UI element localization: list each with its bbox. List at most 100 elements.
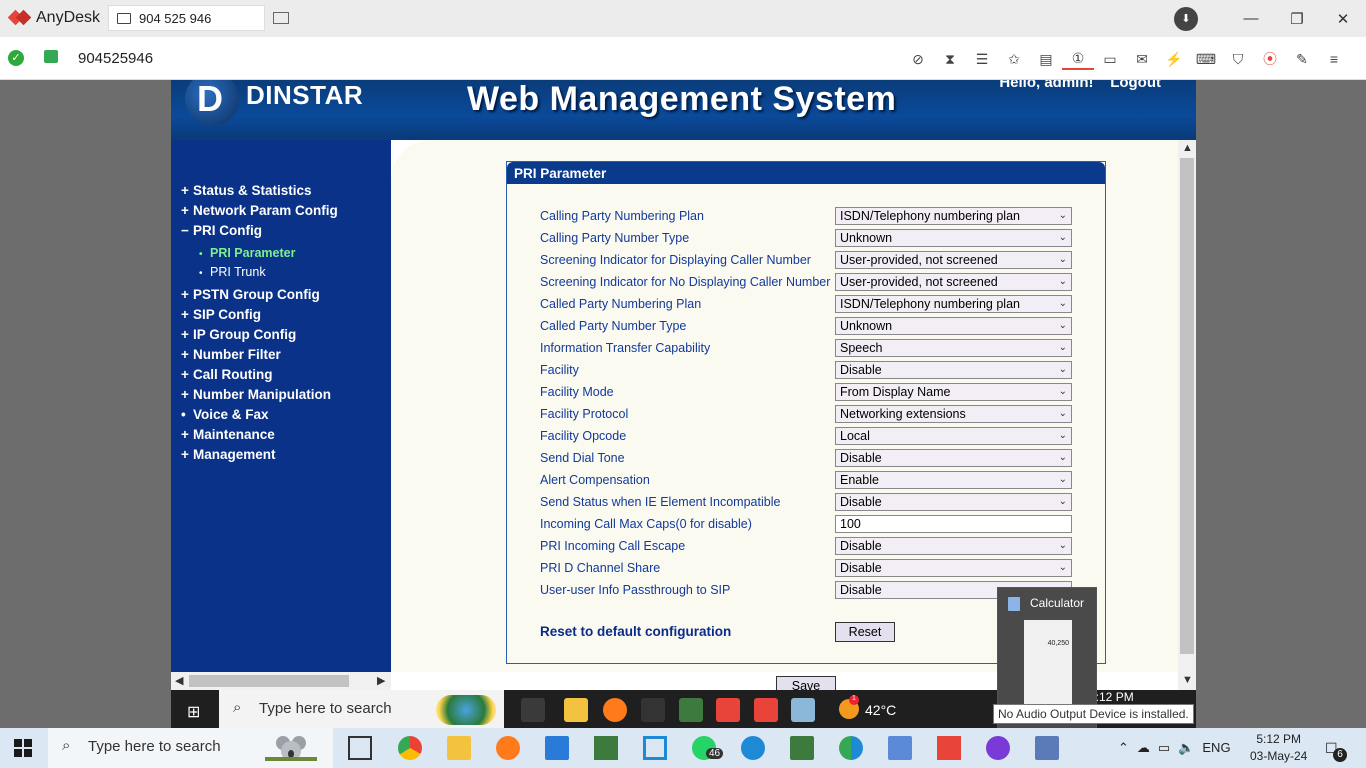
edge-icon[interactable] <box>839 736 863 760</box>
privacy-icon[interactable]: ⊘ <box>902 48 934 70</box>
nav-status-statistics[interactable]: + Status & Statistics <box>181 183 312 198</box>
reset-button[interactable]: Reset <box>835 622 895 642</box>
language-indicator[interactable]: ENG <box>1202 740 1230 756</box>
facility-opcode-select[interactable]: Local ⌄ <box>835 427 1072 445</box>
screening-indicator-no-display-select[interactable]: User-provided, not screened ⌄ <box>835 273 1072 291</box>
sidebar-nav: + Status & Statistics + Network Param Conf… <box>171 140 391 672</box>
scroll-right-icon[interactable]: ▶ <box>377 674 385 687</box>
subnav-pri-trunk[interactable]: • PRI Trunk <box>199 265 266 279</box>
database-icon[interactable]: ☰ <box>966 48 998 70</box>
nav-network-param-config[interactable]: + Network Param Config <box>181 203 338 218</box>
anydesk-icon[interactable] <box>716 698 740 722</box>
facility-mode-select[interactable]: From Display Name ⌄ <box>835 383 1072 401</box>
nav-pri-config[interactable]: − PRI Config <box>181 223 262 238</box>
subnav-pri-parameter[interactable]: • PRI Parameter <box>199 246 295 260</box>
anydesk-icon-2[interactable] <box>754 698 778 722</box>
select-value: Local <box>840 429 870 443</box>
menu-icon[interactable]: ≡ <box>1318 48 1350 70</box>
facility-select[interactable]: Disable ⌄ <box>835 361 1072 379</box>
vertical-scrollbar[interactable]: ▲ ▼ <box>1178 140 1196 690</box>
nav-ip-group-config[interactable]: + IP Group Config <box>181 327 296 342</box>
firefox-icon[interactable] <box>496 736 520 760</box>
draw-icon[interactable]: ✎ <box>1286 48 1318 70</box>
photos-icon[interactable] <box>594 736 618 760</box>
scroll-left-icon[interactable]: ◀ <box>175 674 183 687</box>
file-transfer-icon[interactable]: ▤ <box>1030 48 1062 70</box>
hourglass-icon[interactable]: ⧗ <box>934 48 966 70</box>
document-icon[interactable] <box>888 736 912 760</box>
horizontal-scrollbar[interactable]: ◀ ▶ <box>171 672 391 690</box>
alert-compensation-select[interactable]: Enable ⌄ <box>835 471 1072 489</box>
star-icon[interactable]: ✩ <box>998 48 1030 70</box>
facility-protocol-select[interactable]: Networking extensions ⌄ <box>835 405 1072 423</box>
pri-incoming-call-escape-select[interactable]: Disable ⌄ <box>835 537 1072 555</box>
select-value: User-provided, not screened <box>840 253 998 267</box>
notes-icon[interactable] <box>791 698 815 722</box>
chrome-icon[interactable] <box>398 736 422 760</box>
app-icon[interactable] <box>986 736 1010 760</box>
download-icon[interactable]: ⬇ <box>1174 6 1198 31</box>
nav-sign: • <box>181 407 186 422</box>
nav-number-filter[interactable]: + Number Filter <box>181 347 281 362</box>
chevron-down-icon: ⌄ <box>1058 430 1067 441</box>
maximize-button[interactable]: ❐ <box>1274 10 1320 28</box>
audio-tooltip: No Audio Output Device is installed. <box>993 704 1194 724</box>
monitor-1-icon[interactable]: ① <box>1062 48 1094 70</box>
called-party-number-type-select[interactable]: Unknown ⌄ <box>835 317 1072 335</box>
keyboard-icon[interactable]: ⌨ <box>1190 48 1222 70</box>
calling-party-numbering-plan-select[interactable]: ISDN/Telephony numbering plan ⌄ <box>835 207 1072 225</box>
logout-link[interactable]: Logout <box>1110 80 1161 91</box>
new-session-icon[interactable] <box>273 12 289 24</box>
volume-icon[interactable]: 🔈 <box>1178 740 1194 756</box>
called-party-numbering-plan-select[interactable]: ISDN/Telephony numbering plan ⌄ <box>835 295 1072 313</box>
nav-voice-fax[interactable]: • Voice & Fax <box>181 407 269 422</box>
remote-desktop[interactable]: D DINSTAR Web Management System Hello, a… <box>0 80 1366 728</box>
send-status-ie-incompatible-select[interactable]: Disable ⌄ <box>835 493 1072 511</box>
close-button[interactable]: ✕ <box>1320 10 1366 28</box>
minimize-button[interactable]: — <box>1228 10 1274 27</box>
photos-icon[interactable] <box>679 698 703 722</box>
file-explorer-icon[interactable] <box>447 736 471 760</box>
record-icon[interactable]: ⦿ <box>1254 48 1286 70</box>
network-icon[interactable]: ☁ <box>1137 740 1150 756</box>
calling-party-number-type-select[interactable]: Unknown ⌄ <box>835 229 1072 247</box>
sheets-icon[interactable] <box>790 736 814 760</box>
display-icon[interactable]: ▭ <box>1094 48 1126 70</box>
chat-icon[interactable]: ✉ <box>1126 48 1158 70</box>
shield-icon[interactable]: ⛉ <box>1222 48 1254 70</box>
action-icon[interactable]: ⚡ <box>1158 48 1190 70</box>
scroll-down-icon[interactable]: ▼ <box>1182 674 1193 686</box>
anydesk-icon[interactable] <box>937 736 961 760</box>
vscode-icon[interactable] <box>545 736 569 760</box>
screening-indicator-display-select[interactable]: User-provided, not screened ⌄ <box>835 251 1072 269</box>
start-icon[interactable] <box>14 739 32 757</box>
task-view-icon[interactable] <box>521 698 545 722</box>
remote-start-icon[interactable]: ⊞ <box>187 702 200 722</box>
clock[interactable]: 5:12 PM 03-May-24 <box>1250 731 1307 765</box>
skype-icon[interactable] <box>741 736 765 760</box>
nav-pstn-group-config[interactable]: + PSTN Group Config <box>181 287 320 302</box>
file-explorer-icon[interactable] <box>564 698 588 722</box>
calendar-icon[interactable] <box>641 698 665 722</box>
nav-call-routing[interactable]: + Call Routing <box>181 367 273 382</box>
chevron-up-icon[interactable]: ⌃ <box>1118 740 1129 756</box>
firefox-icon[interactable] <box>603 698 627 722</box>
information-transfer-capability-select[interactable]: Speech ⌄ <box>835 339 1072 357</box>
send-dial-tone-select[interactable]: Disable ⌄ <box>835 449 1072 467</box>
incoming-call-max-caps-input[interactable]: 100 <box>835 515 1072 533</box>
nav-sip-config[interactable]: + SIP Config <box>181 307 261 322</box>
session-tab[interactable]: 904 525 946 <box>108 5 265 31</box>
task-view-icon[interactable] <box>348 736 372 760</box>
display-icon[interactable]: ▭ <box>1158 740 1170 756</box>
nav-management[interactable]: + Management <box>181 447 276 462</box>
scroll-up-icon[interactable]: ▲ <box>1182 142 1193 154</box>
nav-maintenance[interactable]: + Maintenance <box>181 427 275 442</box>
pri-d-channel-share-select[interactable]: Disable ⌄ <box>835 559 1072 577</box>
nav-number-manipulation[interactable]: + Number Manipulation <box>181 387 331 402</box>
scrollbar-thumb[interactable] <box>1180 158 1194 654</box>
field-label: Send Status when IE Element Incompatible <box>540 495 781 509</box>
onenote-icon[interactable] <box>643 736 667 760</box>
scrollbar-thumb[interactable] <box>189 675 349 687</box>
search-icon: ⌕ <box>233 699 242 716</box>
calculator-icon[interactable] <box>1035 736 1059 760</box>
